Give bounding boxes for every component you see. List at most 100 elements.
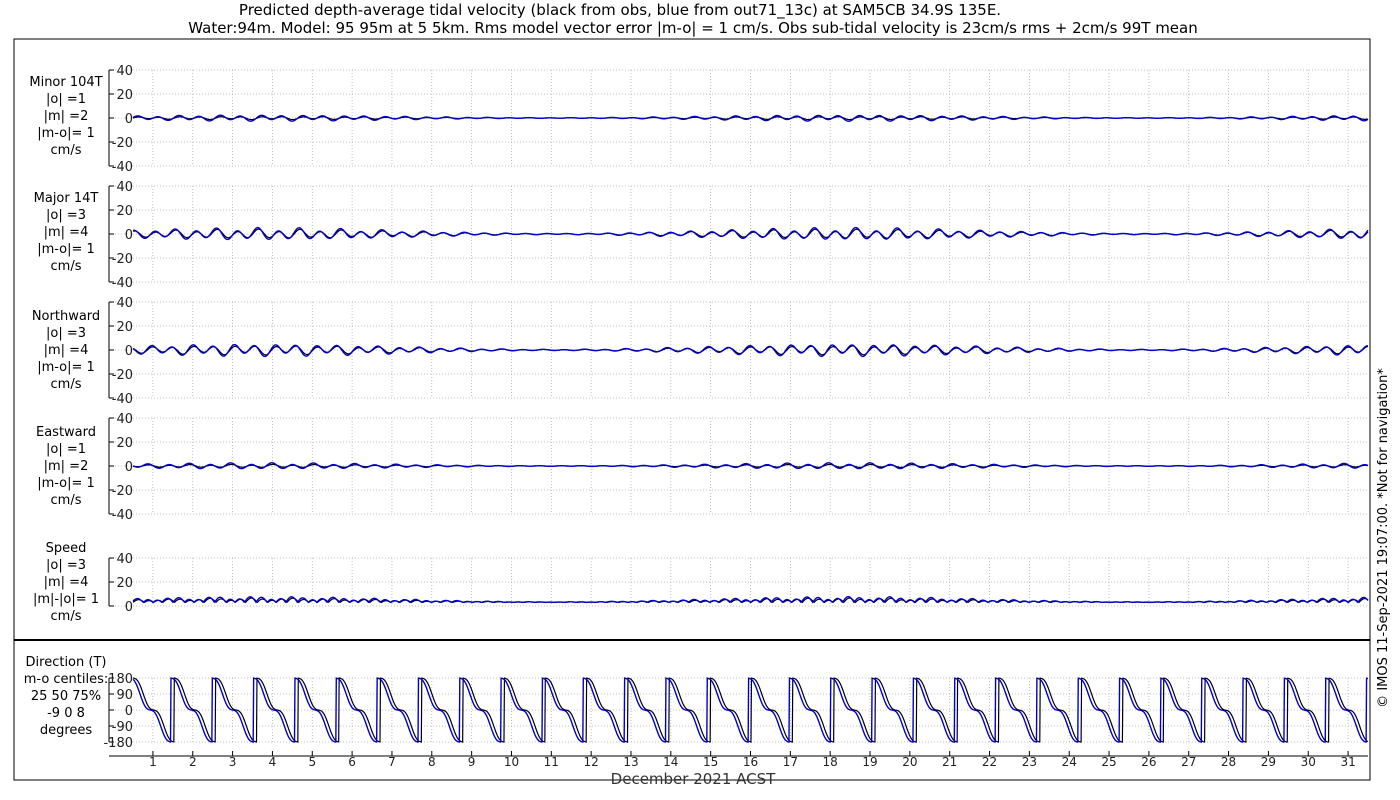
panel-label-line: degrees bbox=[40, 723, 93, 738]
panel-label-line: |m-o|= 1 bbox=[37, 476, 95, 491]
panel-label-line: |m| =2 bbox=[44, 109, 89, 124]
x-tick-label: 25 bbox=[1101, 755, 1116, 769]
panel-label-line: Eastward bbox=[36, 425, 96, 440]
panel-label-line: |m-o|= 1 bbox=[37, 126, 95, 141]
panel-label-line: |m|-|o|= 1 bbox=[33, 592, 99, 607]
y-tick-label: -20 bbox=[112, 368, 133, 383]
x-tick-label: 8 bbox=[428, 755, 436, 769]
panel-label-line: |m| =4 bbox=[44, 575, 89, 590]
x-tick-label: 2 bbox=[189, 755, 197, 769]
panel-label-line: cm/s bbox=[51, 493, 82, 508]
panel-label-line: |o| =1 bbox=[46, 442, 86, 457]
y-tick-label: 20 bbox=[116, 320, 133, 335]
x-tick-label: 14 bbox=[663, 755, 678, 769]
x-tick-label: 13 bbox=[623, 755, 638, 769]
y-tick-label: 0 bbox=[125, 228, 133, 243]
x-tick-label: 20 bbox=[902, 755, 917, 769]
y-tick-label: 40 bbox=[116, 412, 133, 427]
panel-label-line: cm/s bbox=[51, 377, 82, 392]
y-tick-label: 40 bbox=[116, 64, 133, 79]
y-tick-label: -40 bbox=[112, 160, 133, 175]
panel-5: 0 20 40 Speed |o| =3 |m| =4 |m|-|o|= 1 cm/s bbox=[33, 541, 1369, 624]
panel-label-line: -9 0 8 bbox=[47, 706, 85, 721]
x-tick-label: 9 bbox=[468, 755, 476, 769]
x-tick-label: 11 bbox=[544, 755, 559, 769]
panel-label-line: |m| =4 bbox=[44, 225, 89, 240]
x-tick-label: 18 bbox=[823, 755, 838, 769]
x-tick-label: 5 bbox=[308, 755, 316, 769]
y-tick-label: 90 bbox=[116, 688, 133, 703]
y-tick-label: 180 bbox=[108, 672, 133, 687]
x-tick-label: 31 bbox=[1340, 755, 1355, 769]
panel-label-line: Direction (T) bbox=[26, 655, 107, 670]
panels-group: -40 -20 0 20 40 Minor 104T |o| =1 |m| =2 |m-o|= … bbox=[24, 64, 1369, 751]
x-tick-label: 21 bbox=[942, 755, 957, 769]
panel-label-line: Minor 104T bbox=[29, 75, 102, 90]
figure-frame bbox=[13, 38, 1371, 781]
panel-3: -40 -20 0 20 40 Northward |o| =3 |m| =4 |m-o|= 1… bbox=[32, 296, 1369, 407]
x-tick-label: 3 bbox=[229, 755, 237, 769]
panel-label-line: |m| =4 bbox=[44, 343, 89, 358]
panel-1: -40 -20 0 20 40 Minor 104T |o| =1 |m| =2 |m-o|= … bbox=[29, 64, 1369, 175]
x-tick-label: 16 bbox=[743, 755, 758, 769]
panel-2: -40 -20 0 20 40 Major 14T |o| =3 |m| =4 |m-o|= 1… bbox=[34, 180, 1369, 291]
panel-label-line: cm/s bbox=[51, 259, 82, 274]
panel-6: -180-90090180Direction (T) m-o centiles: 2… bbox=[24, 655, 1369, 751]
panel-label-line: |o| =3 bbox=[46, 558, 86, 573]
y-tick-label: -40 bbox=[112, 508, 133, 523]
panel-label-line: |m-o|= 1 bbox=[37, 242, 95, 257]
y-tick-label: 0 bbox=[125, 344, 133, 359]
y-tick-label: -20 bbox=[112, 136, 133, 151]
x-tick-label: 12 bbox=[584, 755, 599, 769]
x-axis: 1 2 3 4 5 6 7 8 9 10 11 12 13 14 15 16 17 18 19 20 21 22 23 24 2… bbox=[109, 751, 1368, 769]
y-tick-label: 0 bbox=[125, 460, 133, 475]
panel-label-line: |m-o|= 1 bbox=[37, 360, 95, 375]
panel-label-line: |m| =2 bbox=[44, 459, 89, 474]
panel-label-line: Northward bbox=[32, 309, 100, 324]
x-tick-label: 10 bbox=[504, 755, 519, 769]
side-note: © IMOS 11-Sep-2021 19:07:00. *Not for na… bbox=[1376, 368, 1391, 708]
y-tick-label: -20 bbox=[112, 252, 133, 267]
x-tick-label: 29 bbox=[1261, 755, 1276, 769]
y-tick-label: -40 bbox=[112, 392, 133, 407]
panel-label-line: cm/s bbox=[51, 143, 82, 158]
x-tick-label: 27 bbox=[1181, 755, 1196, 769]
y-tick-label: -180 bbox=[103, 736, 133, 751]
y-tick-label: 0 bbox=[125, 704, 133, 719]
y-tick-label: -90 bbox=[112, 720, 133, 735]
x-tick-label: 26 bbox=[1141, 755, 1156, 769]
panel-4: -40 -20 0 20 40 Eastward |o| =1 |m| =2 |m-o|= 1 c… bbox=[36, 412, 1369, 523]
y-tick-label: 20 bbox=[116, 436, 133, 451]
y-tick-label: 20 bbox=[116, 576, 133, 591]
x-tick-label: 4 bbox=[269, 755, 277, 769]
y-tick-label: 20 bbox=[116, 204, 133, 219]
panel-label-line: |o| =3 bbox=[46, 326, 86, 341]
panel-label-line: m-o centiles: bbox=[24, 672, 109, 687]
chart-title-line-1: Predicted depth-average tidal velocity (… bbox=[239, 1, 1001, 20]
panel-label-line: cm/s bbox=[51, 609, 82, 624]
panel-label-line: Major 14T bbox=[34, 191, 99, 206]
panel-label-line: Speed bbox=[46, 541, 87, 556]
x-tick-label: 30 bbox=[1301, 755, 1316, 769]
panel-label-line: |o| =3 bbox=[46, 208, 86, 223]
y-tick-label: 40 bbox=[116, 180, 133, 195]
y-tick-label: 40 bbox=[116, 552, 133, 567]
x-tick-label: 17 bbox=[783, 755, 798, 769]
x-tick-label: 28 bbox=[1221, 755, 1236, 769]
x-tick-label: 15 bbox=[703, 755, 718, 769]
y-tick-label: 0 bbox=[125, 600, 133, 615]
x-axis-label: December 2021 ACST bbox=[611, 770, 776, 788]
x-tick-label: 19 bbox=[862, 755, 877, 769]
y-tick-label: 0 bbox=[125, 112, 133, 127]
x-tick-label: 22 bbox=[982, 755, 997, 769]
y-tick-label: -20 bbox=[112, 484, 133, 499]
y-tick-label: 20 bbox=[116, 88, 133, 103]
x-tick-label: 1 bbox=[149, 755, 157, 769]
x-tick-label: 6 bbox=[348, 755, 356, 769]
x-tick-label: 7 bbox=[388, 755, 396, 769]
y-tick-label: 40 bbox=[116, 296, 133, 311]
tidal-velocity-figure: Predicted depth-average tidal velocity (… bbox=[13, 1, 1391, 788]
panel-label-line: |o| =1 bbox=[46, 92, 86, 107]
panel-label-line: 25 50 75% bbox=[31, 689, 101, 704]
y-tick-label: -40 bbox=[112, 276, 133, 291]
